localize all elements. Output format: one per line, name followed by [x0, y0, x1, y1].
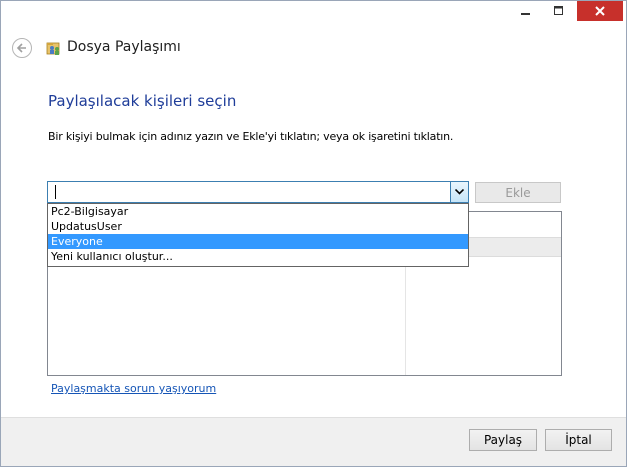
instruction-text: Bir kişiyi bulmak için adınız yazın ve E…	[48, 130, 454, 143]
share-button[interactable]: Paylaş	[469, 429, 537, 451]
dialog-footer: Paylaş İptal	[1, 417, 626, 466]
add-button[interactable]: Ekle	[475, 182, 561, 203]
file-sharing-icon	[46, 42, 60, 55]
back-arrow-icon	[16, 43, 26, 53]
minimize-button[interactable]	[509, 1, 542, 21]
dropdown-item-updatususer[interactable]: UpdatusUser	[48, 219, 468, 234]
text-caret	[55, 185, 56, 199]
close-icon	[595, 6, 605, 16]
file-sharing-window: Dosya Paylaşımı Paylaşılacak kişileri se…	[0, 0, 627, 467]
dropdown-item-everyone[interactable]: Everyone	[48, 234, 468, 249]
back-button[interactable]	[12, 38, 32, 58]
sharing-trouble-link[interactable]: Paylaşmakta sorun yaşıyorum	[51, 382, 216, 395]
window-title: Dosya Paylaşımı	[67, 39, 181, 55]
user-name-combobox[interactable]	[47, 181, 469, 203]
page-heading: Paylaşılacak kişileri seçin	[48, 92, 237, 110]
dropdown-item-pc2-bilgisayar[interactable]: Pc2-Bilgisayar	[48, 204, 468, 219]
title-bar	[1, 1, 626, 29]
maximize-button[interactable]	[542, 1, 575, 21]
minimize-icon	[520, 13, 530, 15]
cancel-button[interactable]: İptal	[545, 429, 612, 451]
user-dropdown-list[interactable]: Pc2-Bilgisayar UpdatusUser Everyone Yeni…	[47, 203, 469, 267]
chevron-down-icon	[455, 189, 464, 195]
dialog-header: Dosya Paylaşımı	[1, 29, 626, 69]
dropdown-item-create-new-user[interactable]: Yeni kullanıcı oluştur...	[48, 249, 468, 264]
close-button[interactable]	[577, 1, 623, 21]
dropdown-toggle-button[interactable]	[450, 182, 468, 202]
maximize-icon	[553, 6, 563, 15]
